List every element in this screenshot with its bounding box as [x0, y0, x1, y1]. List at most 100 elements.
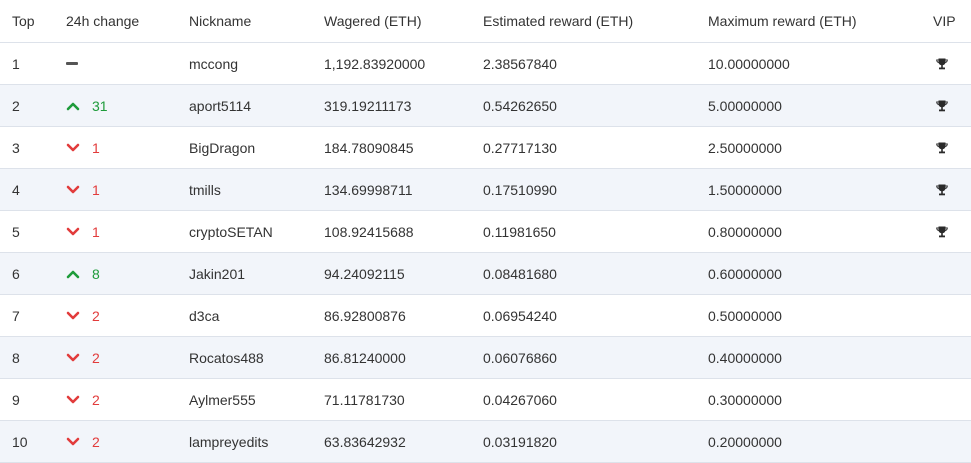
- chevron-up-icon: [66, 269, 92, 279]
- change-indicator: 8: [66, 266, 100, 282]
- change-value: 2: [92, 391, 100, 408]
- chevron-down-icon: [66, 353, 92, 363]
- chevron-down-icon: [66, 311, 92, 321]
- wagered-cell: 108.92415688: [324, 223, 414, 240]
- table-header: Top 24h change Nickname Wagered (ETH) Es…: [0, 0, 971, 43]
- vip-cell: [933, 85, 949, 126]
- rank-cell: 5: [12, 223, 20, 240]
- maximum-reward-cell: 0.30000000: [708, 391, 782, 408]
- table-row: 9 2 Aylmer555 71.11781730 0.04267060 0.300000…: [0, 379, 971, 421]
- trophy-icon: [933, 183, 949, 197]
- maximum-reward-cell: 0.60000000: [708, 265, 782, 282]
- change-value: 1: [92, 139, 100, 156]
- table-row: 8 2 Rocatos488 86.81240000 0.06076860 0.40000…: [0, 337, 971, 379]
- change-cell: 2: [66, 337, 100, 378]
- change-value: 1: [92, 223, 100, 240]
- column-header-maximum-reward[interactable]: Maximum reward (ETH): [708, 0, 857, 42]
- nickname-cell: BigDragon: [189, 139, 256, 156]
- table-row: 10 2 lampreyedits 63.83642932 0.03191820 0.20…: [0, 421, 971, 463]
- nickname-cell: d3ca: [189, 307, 220, 324]
- change-value: 2: [92, 433, 100, 450]
- chevron-up-icon: [66, 101, 92, 111]
- rank-cell: 6: [12, 265, 20, 282]
- rank-cell: 9: [12, 391, 20, 408]
- rank-cell: 1: [12, 55, 20, 72]
- change-value: 2: [92, 307, 100, 324]
- chevron-down-icon: [66, 143, 92, 153]
- table-row: 4 1 tmills 134.69998711 0.17510990 1.50000000: [0, 169, 971, 211]
- wagered-cell: 71.11781730: [324, 391, 405, 408]
- column-header-wagered[interactable]: Wagered (ETH): [324, 0, 422, 42]
- rank-cell: 2: [12, 97, 20, 114]
- chevron-down-icon: [66, 185, 92, 195]
- estimated-reward-cell: 0.04267060: [483, 391, 557, 408]
- estimated-reward-cell: 0.27717130: [483, 139, 557, 156]
- wagered-cell: 86.92800876: [324, 307, 406, 324]
- change-cell: 8: [66, 253, 100, 294]
- estimated-reward-cell: 0.54262650: [483, 97, 557, 114]
- change-indicator: 1: [66, 140, 100, 156]
- change-indicator: 2: [66, 392, 100, 408]
- table-row: 1 mccong 1,192.83920000 2.38567840 10.000000…: [0, 43, 971, 85]
- estimated-reward-cell: 0.08481680: [483, 265, 557, 282]
- table-row: 6 8 Jakin201 94.24092115 0.08481680 0.6000000…: [0, 253, 971, 295]
- nickname-cell: lampreyedits: [189, 433, 269, 450]
- column-header-24h-change[interactable]: 24h change: [66, 0, 139, 42]
- change-indicator: 2: [66, 434, 100, 450]
- column-header-estimated-reward[interactable]: Estimated reward (ETH): [483, 0, 633, 42]
- rank-cell: 10: [12, 433, 28, 450]
- maximum-reward-cell: 0.40000000: [708, 349, 782, 366]
- maximum-reward-cell: 10.00000000: [708, 55, 790, 72]
- chevron-down-icon: [66, 395, 92, 405]
- wagered-cell: 134.69998711: [324, 181, 413, 198]
- rank-cell: 8: [12, 349, 20, 366]
- wagered-cell: 184.78090845: [324, 139, 414, 156]
- wagered-cell: 1,192.83920000: [324, 55, 426, 72]
- nickname-cell: Rocatos488: [189, 349, 264, 366]
- rank-cell: 4: [12, 181, 20, 198]
- vip-cell: [933, 127, 949, 168]
- change-cell: 2: [66, 295, 100, 336]
- estimated-reward-cell: 0.03191820: [483, 433, 557, 450]
- change-indicator: 1: [66, 182, 100, 198]
- change-cell: 1: [66, 127, 100, 168]
- maximum-reward-cell: 0.50000000: [708, 307, 782, 324]
- change-value: 31: [92, 97, 108, 114]
- trophy-icon: [933, 141, 949, 155]
- nickname-cell: Aylmer555: [189, 391, 256, 408]
- trophy-icon: [933, 99, 949, 113]
- change-cell: 31: [66, 85, 108, 126]
- estimated-reward-cell: 0.17510990: [483, 181, 557, 198]
- change-cell: [66, 43, 78, 84]
- change-indicator: 2: [66, 350, 100, 366]
- change-value: 2: [92, 349, 100, 366]
- maximum-reward-cell: 0.20000000: [708, 433, 782, 450]
- trophy-icon: [933, 225, 949, 239]
- estimated-reward-cell: 0.06076860: [483, 349, 557, 366]
- table-body: 1 mccong 1,192.83920000 2.38567840 10.000000…: [0, 43, 971, 463]
- dash-icon: [66, 62, 78, 65]
- nickname-cell: Jakin201: [189, 265, 246, 282]
- change-cell: 1: [66, 169, 100, 210]
- change-indicator: 2: [66, 308, 100, 324]
- wagered-cell: 319.19211173: [324, 97, 412, 114]
- column-header-vip[interactable]: VIP: [933, 0, 956, 42]
- column-header-nickname[interactable]: Nickname: [189, 0, 251, 42]
- estimated-reward-cell: 0.06954240: [483, 307, 557, 324]
- maximum-reward-cell: 1.50000000: [708, 181, 782, 198]
- maximum-reward-cell: 2.50000000: [708, 139, 782, 156]
- maximum-reward-cell: 5.00000000: [708, 97, 782, 114]
- chevron-down-icon: [66, 227, 92, 237]
- nickname-cell: mccong: [189, 55, 239, 72]
- change-cell: 2: [66, 379, 100, 420]
- rank-cell: 7: [12, 307, 20, 324]
- nickname-cell: aport5114: [189, 97, 252, 114]
- change-indicator: 31: [66, 98, 108, 114]
- estimated-reward-cell: 0.11981650: [483, 223, 556, 240]
- rank-cell: 3: [12, 139, 20, 156]
- estimated-reward-cell: 2.38567840: [483, 55, 557, 72]
- table-row: 2 31 aport5114 319.19211173 0.54262650 5.0000…: [0, 85, 971, 127]
- column-header-top[interactable]: Top: [12, 0, 35, 42]
- vip-cell: [933, 169, 949, 210]
- chevron-down-icon: [66, 437, 92, 447]
